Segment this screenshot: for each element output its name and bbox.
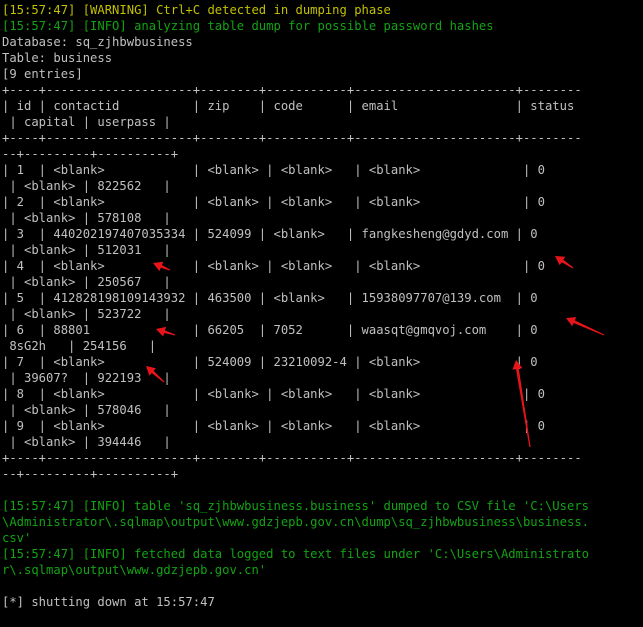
red-arrow-icon (156, 326, 176, 337)
terminal-window: [15:57:47] [WARNING] Ctrl+C detected in … (0, 0, 643, 627)
red-arrow-icon (153, 261, 171, 272)
red-arrow-icon (566, 317, 605, 336)
annotation-arrows (146, 256, 605, 448)
red-arrow-icon (555, 256, 574, 269)
red-arrow-icon (512, 360, 531, 448)
red-arrow-icon (146, 366, 165, 383)
